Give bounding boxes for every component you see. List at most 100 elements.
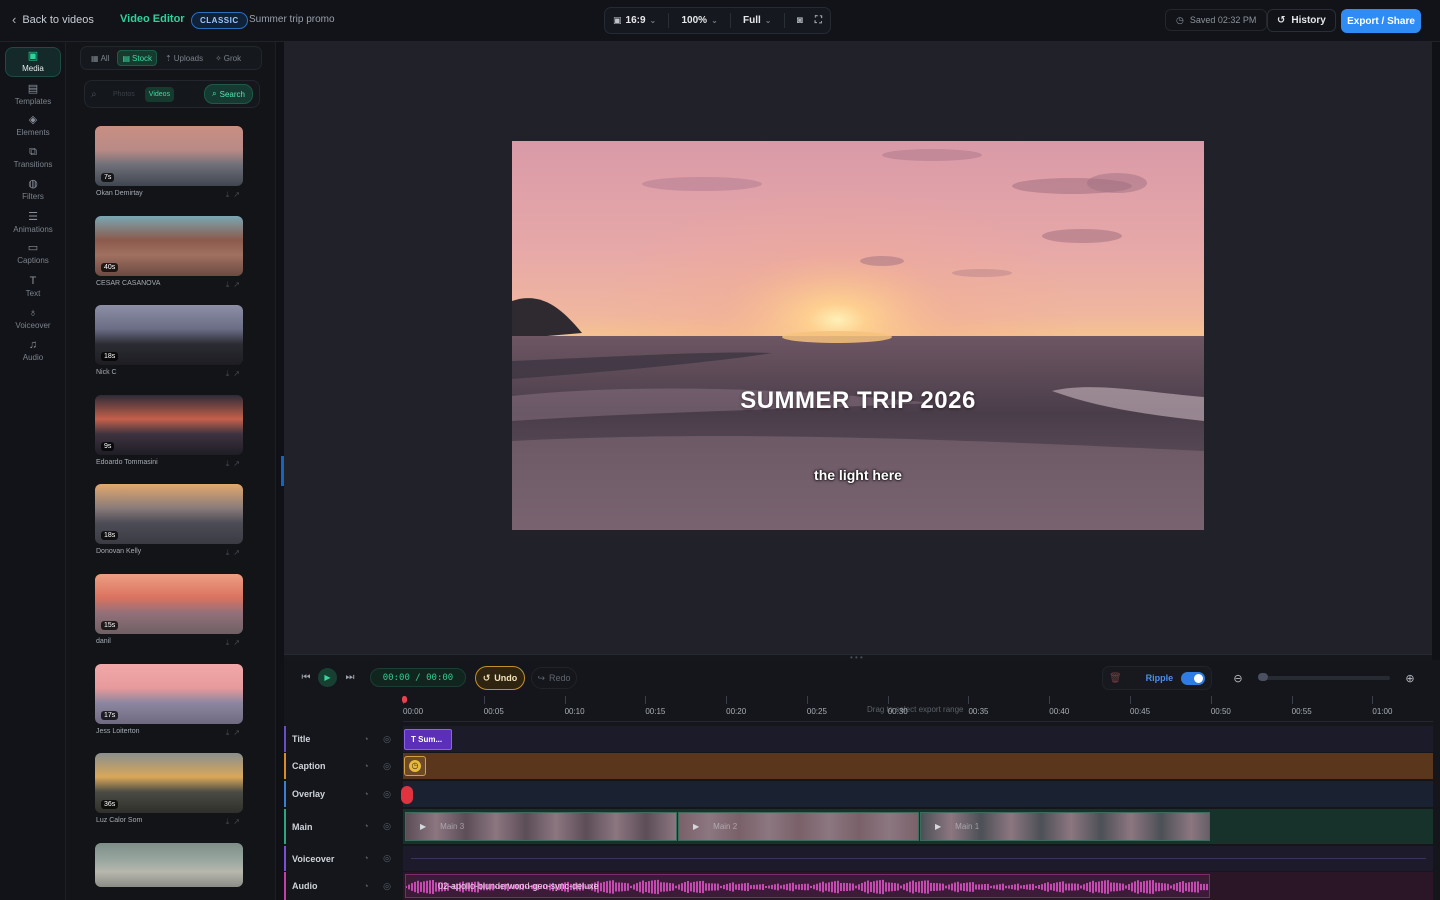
track-controls-icon[interactable]: ◔ ◎ xyxy=(363,881,397,892)
tab-grok[interactable]: ✧ Grok xyxy=(211,50,245,66)
track-lane-overlay[interactable] xyxy=(401,781,1433,807)
rail-item-audio[interactable]: ♫ Audio xyxy=(5,336,61,366)
stock-video-card[interactable]: 9s Edoardo Tommasini ⤓↗ xyxy=(88,387,258,472)
track-header-audio[interactable]: Audio ◔ ◎ xyxy=(284,872,403,900)
time-ruler[interactable]: Drag to select export range 00:00 00:05 00… xyxy=(403,696,1433,722)
track-controls-icon[interactable]: ◔ ◎ xyxy=(363,734,397,745)
stock-video-card[interactable]: 36s Luz Calor Som ⤓↗ xyxy=(88,745,258,830)
skip-forward-button[interactable]: ⏭ xyxy=(342,669,358,685)
zoom-dropdown[interactable]: 100% ⌄ xyxy=(681,15,717,26)
rail-item-captions[interactable]: ▭ Captions xyxy=(5,239,61,269)
tab-all[interactable]: ▦ All xyxy=(87,50,113,66)
track-controls-icon[interactable]: ◔ ◎ xyxy=(363,761,397,772)
track-lane-caption[interactable]: ◷ xyxy=(403,753,1433,779)
video-thumbnail[interactable] xyxy=(95,842,243,887)
author-name: Luz Calor Som xyxy=(96,817,143,825)
divider xyxy=(668,13,670,28)
tick-label: 00:35 xyxy=(968,707,989,716)
track-header-overlay[interactable]: Overlay ◔ ◎ xyxy=(284,781,403,807)
rail-item-voiceover[interactable]: ♁ Voiceover xyxy=(5,304,61,334)
track-lane-title[interactable]: T Sum... xyxy=(403,726,1433,752)
track-controls-icon[interactable]: ◔ ◎ xyxy=(363,789,397,800)
rail-item-templates[interactable]: ▤ Templates xyxy=(5,80,61,110)
rail-item-transitions[interactable]: ⧉ Transitions xyxy=(5,143,61,173)
ruler-tick: 00:55 xyxy=(1291,696,1312,716)
zoom-in-button[interactable]: ⊕ xyxy=(1402,670,1418,686)
open-external-icon[interactable]: ↗ xyxy=(233,459,244,468)
stock-video-card[interactable] xyxy=(88,835,258,900)
playhead[interactable] xyxy=(402,696,407,710)
main-clip[interactable]: ▶ Main 1 xyxy=(920,812,1210,841)
main-clip[interactable]: ▶ Main 3 xyxy=(405,812,677,841)
rail-item-elements[interactable]: ◈ Elements xyxy=(5,111,61,141)
title-clip[interactable]: T Sum... xyxy=(404,729,452,750)
open-external-icon[interactable]: ↗ xyxy=(233,817,244,826)
audio-clip[interactable]: 02-apollo-blunderwood-geo-sync-deluxe xyxy=(405,874,1210,898)
video-thumbnail[interactable]: 18s xyxy=(95,305,243,366)
overlay-marker[interactable] xyxy=(401,786,413,804)
rail-item-animations[interactable]: ☰ Animations xyxy=(5,208,61,238)
skip-back-button[interactable]: ⏮ xyxy=(298,669,314,685)
open-external-icon[interactable]: ↗ xyxy=(233,548,244,557)
track-header-title[interactable]: Title ◔ ◎ xyxy=(284,726,403,752)
redo-button[interactable]: ↪ Redo xyxy=(531,667,577,689)
aspect-ratio-dropdown[interactable]: ▣ 16:9 ⌄ xyxy=(613,15,656,26)
video-thumbnail[interactable]: 7s xyxy=(95,126,243,186)
export-share-button[interactable]: Export / Share xyxy=(1341,9,1421,33)
track-lane-main[interactable]: ▶ Main 3 ▶ Main 2 ▶ Main 1 xyxy=(403,809,1433,844)
open-external-icon[interactable]: ↗ xyxy=(233,638,244,647)
stock-video-card[interactable]: 7s Okan Demirtay ⤓↗ xyxy=(88,118,258,203)
rail-item-media[interactable]: ▣ Media xyxy=(5,47,61,77)
track-header-caption[interactable]: Caption ◔ ◎ xyxy=(284,753,403,779)
back-to-videos-link[interactable]: ‹ Back to videos xyxy=(12,12,94,27)
open-external-icon[interactable]: ↗ xyxy=(233,190,244,199)
video-thumbnail[interactable]: 15s xyxy=(95,574,243,634)
caption-clip[interactable]: ◷ xyxy=(404,756,426,776)
video-preview[interactable]: SUMMER TRIP 2026 the light here xyxy=(512,141,1204,530)
tab-uploads[interactable]: ⇡ Uploads xyxy=(161,50,207,66)
video-thumbnail[interactable]: 40s xyxy=(95,215,243,276)
zoom-slider-thumb[interactable] xyxy=(1258,673,1268,681)
stock-video-card[interactable]: 40s CESAR CASANOVA ⤓↗ xyxy=(88,208,258,293)
project-name[interactable]: Summer trip promo xyxy=(249,14,335,25)
play-button[interactable]: ▶ xyxy=(318,668,337,687)
track-controls-icon[interactable]: ◔ ◎ xyxy=(363,853,397,864)
tab-stock[interactable]: ▤ Stock xyxy=(117,50,158,66)
stock-video-card[interactable]: 18s Nick C ⤓↗ xyxy=(88,297,258,382)
open-external-icon[interactable]: ↗ xyxy=(233,369,244,378)
rail-item-filters[interactable]: ◍ Filters xyxy=(5,175,61,205)
filter-photos[interactable]: Photos xyxy=(109,87,139,102)
delete-button[interactable]: 🗑 xyxy=(1109,673,1122,684)
open-external-icon[interactable]: ↗ xyxy=(233,280,244,289)
snapshot-button[interactable]: ◙ xyxy=(797,15,803,26)
stock-video-card[interactable]: 18s Donovan Kelly ⤓↗ xyxy=(88,476,258,561)
divider xyxy=(729,13,731,28)
rail-item-text[interactable]: T Text xyxy=(5,272,61,302)
title-overlay[interactable]: SUMMER TRIP 2026 xyxy=(512,387,1204,415)
video-thumbnail[interactable]: 18s xyxy=(95,484,243,545)
track-controls-icon[interactable]: ◔ ◎ xyxy=(363,821,397,832)
track-header-main[interactable]: Main ◔ ◎ xyxy=(284,809,403,844)
main-clip[interactable]: ▶ Main 2 xyxy=(678,812,919,841)
search-button[interactable]: ⌕ Search xyxy=(204,84,253,104)
stock-video-card[interactable]: 15s danil ⤓↗ xyxy=(88,566,258,651)
track-lane-voiceover[interactable] xyxy=(403,846,1433,871)
history-button[interactable]: ↺ History xyxy=(1267,9,1336,32)
open-external-icon[interactable]: ↗ xyxy=(233,728,244,737)
tab-label: Stock xyxy=(132,53,153,63)
mode-badge[interactable]: CLASSIC xyxy=(191,12,248,29)
timeline-zoom-slider[interactable] xyxy=(1258,673,1390,681)
fullscreen-button[interactable]: ⛶ xyxy=(815,15,822,26)
video-thumbnail[interactable]: 36s xyxy=(95,753,243,814)
video-thumbnail[interactable]: 17s xyxy=(95,663,243,724)
zoom-out-button[interactable]: ⊖ xyxy=(1230,670,1246,686)
quality-dropdown[interactable]: Full ⌄ xyxy=(743,15,771,26)
filter-videos[interactable]: Videos xyxy=(144,86,175,102)
track-lane-audio[interactable]: 02-apollo-blunderwood-geo-sync-deluxe xyxy=(403,872,1433,900)
track-header-voiceover[interactable]: Voiceover ◔ ◎ xyxy=(284,846,403,871)
stock-video-card[interactable]: 17s Jess Loiterton ⤓↗ xyxy=(88,656,258,741)
undo-button[interactable]: ↺ Undo xyxy=(475,666,525,690)
video-thumbnail[interactable]: 9s xyxy=(95,394,243,455)
caption-overlay[interactable]: the light here xyxy=(512,467,1204,483)
ripple-toggle[interactable] xyxy=(1181,671,1205,685)
